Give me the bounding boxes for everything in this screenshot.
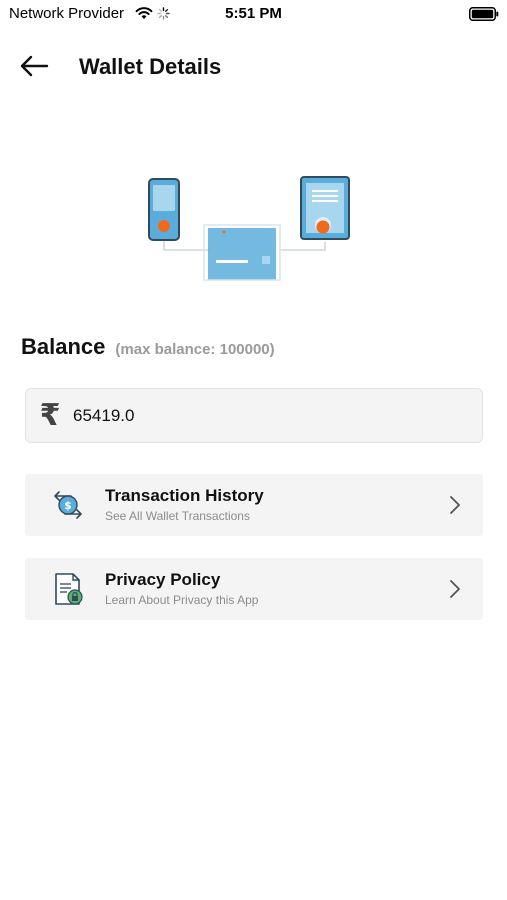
balance-label: Balance <box>21 334 106 359</box>
chevron-right-icon <box>450 496 460 514</box>
transaction-history-subtitle: See All Wallet Transactions <box>105 509 250 523</box>
status-time: 5:51 PM <box>225 5 282 22</box>
rupee-icon: ₹ <box>39 398 61 432</box>
arrow-left-icon <box>20 55 49 77</box>
balance-field: ₹ 65419.0 <box>25 388 483 443</box>
balance-value: 65419.0 <box>73 405 135 425</box>
wallet-transfer-illustration <box>148 176 350 281</box>
transaction-exchange-icon: $ <box>54 491 82 519</box>
svg-text:$: $ <box>64 499 72 512</box>
chevron-right-icon <box>450 580 460 598</box>
privacy-policy-title: Privacy Policy <box>105 570 221 589</box>
max-balance-note: (max balance: 100000) <box>115 341 275 358</box>
transaction-history-item[interactable]: $ Transaction History See All Wallet Tra… <box>25 474 483 536</box>
privacy-policy-item[interactable]: Privacy Policy Learn About Privacy this … <box>25 558 483 620</box>
battery-icon <box>469 7 499 21</box>
transaction-history-title: Transaction History <box>105 486 264 505</box>
page-title: Wallet Details <box>79 54 222 79</box>
status-bar: Network Provider 5:51 PM <box>0 0 507 28</box>
balance-header: Balance (max balance: 100000) <box>21 334 275 360</box>
privacy-document-lock-icon <box>55 573 83 605</box>
back-button[interactable] <box>14 50 54 82</box>
privacy-policy-subtitle: Learn About Privacy this App <box>105 593 259 607</box>
